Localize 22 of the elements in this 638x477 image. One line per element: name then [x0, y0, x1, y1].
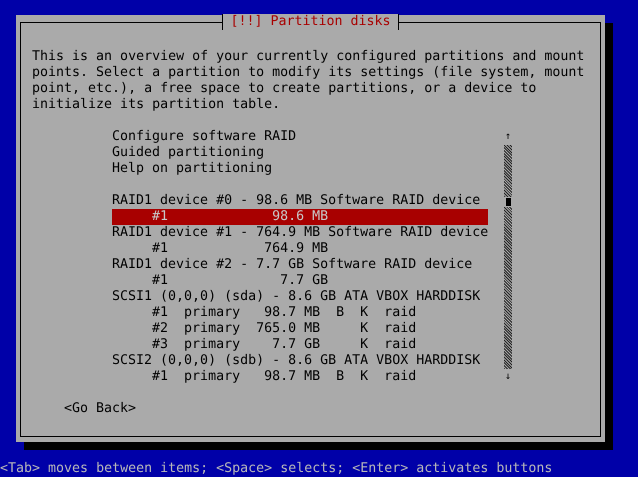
device-entry[interactable]: RAID1 device #2 - 7.7 GB Software RAID device: [112, 257, 488, 273]
menu-item[interactable]: Help on partitioning: [112, 161, 488, 177]
menu-item[interactable]: Guided partitioning: [112, 145, 488, 161]
dialog-title: [!!] Partition disks: [222, 14, 399, 30]
scroll-down-arrow[interactable]: ↓: [504, 369, 512, 385]
scrollbar-thumb[interactable]: [504, 197, 512, 207]
partition-entry[interactable]: #1 primary 98.7 MB B K raid: [112, 369, 488, 385]
description-text: This is an overview of your currently configured partitions and mount points. Select a partition to modify its settings (file system, mount point, etc.), a free space to create partitions, or a device to initialize its partition table.: [32, 49, 586, 113]
help-text: <Tab> moves between items; <Space> selects; <Enter> activates buttons: [0, 461, 554, 477]
partition-entry[interactable]: #2 primary 765.0 MB K raid: [112, 321, 488, 337]
device-entry[interactable]: SCSI2 (0,0,0) (sdb) - 8.6 GB ATA VBOX HARDDISK: [112, 353, 488, 369]
partition-entry[interactable]: #1 primary 98.7 MB B K raid: [112, 305, 488, 321]
partition-entry[interactable]: #3 primary 7.7 GB K raid: [112, 337, 488, 353]
scroll-up-arrow[interactable]: ↑: [504, 129, 512, 145]
partition-entry[interactable]: #1 7.7 GB: [112, 273, 488, 289]
device-entry[interactable]: SCSI1 (0,0,0) (sda) - 8.6 GB ATA VBOX HARDDISK: [112, 289, 488, 305]
menu-item[interactable]: Configure software RAID: [112, 129, 488, 145]
device-entry[interactable]: RAID1 device #1 - 764.9 MB Software RAID device: [112, 225, 488, 241]
device-entry[interactable]: RAID1 device #0 - 98.6 MB Software RAID device: [112, 193, 488, 209]
partition-entry[interactable]: #1 98.6 MB: [112, 209, 488, 225]
go-back-button[interactable]: <Go Back>: [64, 401, 136, 417]
partition-entry[interactable]: #1 764.9 MB: [112, 241, 488, 257]
